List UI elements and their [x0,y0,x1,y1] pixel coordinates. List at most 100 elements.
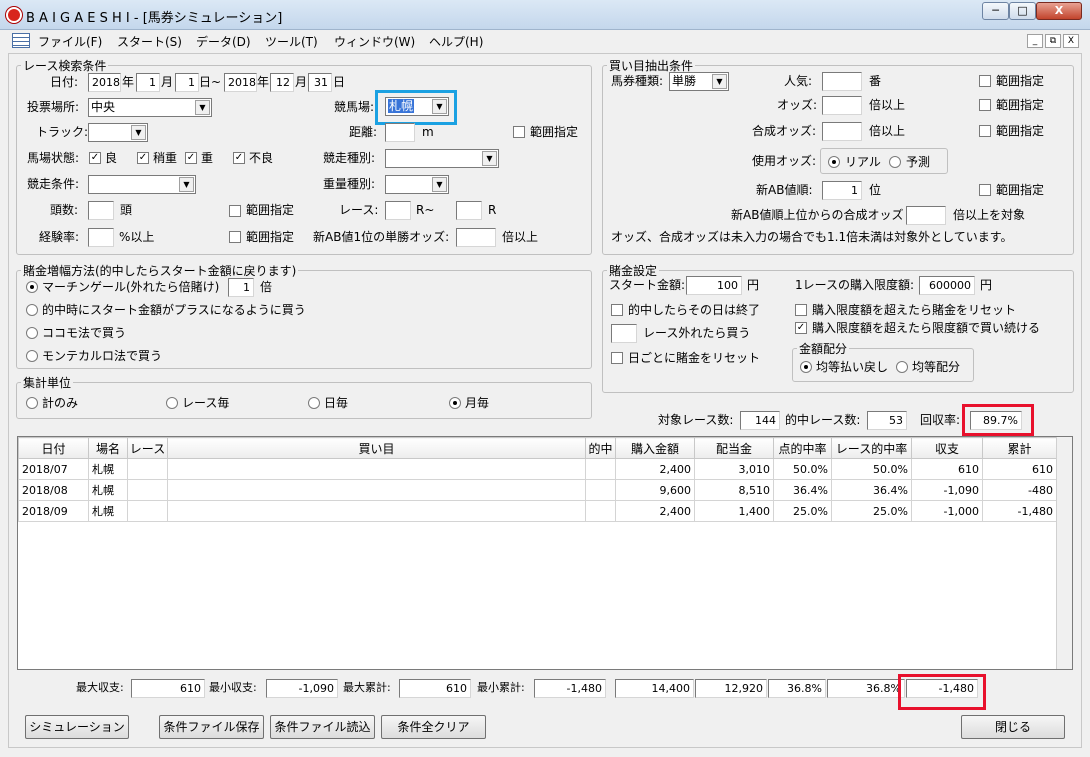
from-day-input[interactable]: 1 [175,73,199,92]
race-type-select[interactable]: ▼ [385,149,499,168]
table-cell [585,458,616,480]
reset-daily-checkbox[interactable] [611,352,623,364]
montecarlo-radio[interactable] [26,350,38,362]
column-header[interactable]: 買い目 [167,437,586,459]
race-cond-select[interactable]: ▼ [88,175,196,194]
close-window-button[interactable]: X [1036,2,1082,20]
menu-file[interactable]: ファイル(F) [38,33,102,50]
ab1-odds-input[interactable] [456,228,496,247]
menu-help[interactable]: ヘルプ(H) [429,33,483,50]
load-conditions-button[interactable]: 条件ファイル読込 [270,715,375,739]
ab-rank-range-checkbox[interactable] [979,184,991,196]
popularity-input[interactable] [822,72,862,91]
table-cell [585,479,616,501]
stop-day-checkbox[interactable] [611,304,623,316]
ticket-select[interactable]: 単勝 ▼ [669,72,729,91]
recovery-highlight [962,404,1034,436]
column-header[interactable]: 日付 [18,437,89,459]
minimize-button[interactable]: ─ [982,2,1009,20]
menu-start[interactable]: スタート(S) [117,33,182,50]
cond-heavy-checkbox[interactable]: ✓ [185,152,197,164]
results-table[interactable]: 日付 場名 レース 買い目 的中 購入金額 配当金 点的中率 レース的中率 収支 累計 2018/0… [17,436,1073,670]
total-payout: 12,920 [695,679,767,698]
alloc-equal-return-radio[interactable] [800,361,812,373]
cocomo-radio[interactable] [26,327,38,339]
from-year-input[interactable]: 2018 [88,73,121,92]
pop-range-checkbox[interactable] [979,75,991,87]
mdi-restore-button[interactable]: ⧉ [1045,34,1061,48]
agg-race-radio[interactable] [166,397,178,409]
menu-tools[interactable]: ツール(T) [265,33,318,50]
table-scrollbar[interactable] [1056,437,1072,669]
column-header[interactable]: レース [127,437,168,459]
cond-good-checkbox[interactable]: ✓ [89,152,101,164]
agg-total-radio[interactable] [26,397,38,409]
cond-bad-checkbox[interactable]: ✓ [233,152,245,164]
heads-input[interactable] [88,201,114,220]
heads-range-checkbox[interactable] [229,205,241,217]
weight-type-select[interactable]: ▼ [385,175,449,194]
martingale-radio[interactable] [26,281,38,293]
ab-top-input[interactable] [906,206,946,225]
ticket-value: 単勝 [672,74,697,88]
odds-range-checkbox[interactable] [979,99,991,111]
race-from-input[interactable] [385,201,411,220]
simulate-button[interactable]: シミュレーション [25,715,129,739]
chevron-down-icon: ▼ [131,125,146,140]
ab-rank-input[interactable]: 1 [822,181,862,200]
venue-select[interactable]: 中央 ▼ [88,98,212,117]
keep-over-checkbox[interactable]: ✓ [795,322,807,334]
table-row[interactable]: 2018/08 札幌 9,600 8,510 36.4% 36.4% -1,090 -480 [18,479,1057,501]
cond-slight-checkbox[interactable]: ✓ [137,152,149,164]
menu-data[interactable]: データ(D) [196,33,251,50]
column-header[interactable]: 的中 [585,437,616,459]
chevron-down-icon: ▼ [712,74,727,89]
column-header[interactable]: 配当金 [694,437,774,459]
mdi-close-button[interactable]: X [1063,34,1079,48]
column-header[interactable]: 点的中率 [773,437,832,459]
from-month-input[interactable]: 1 [136,73,160,92]
close-button[interactable]: 閉じる [961,715,1065,739]
heads-unit: 頭 [120,203,133,217]
exp-range-checkbox[interactable] [229,231,241,243]
exp-input[interactable] [88,228,114,247]
column-header[interactable]: 購入金額 [615,437,695,459]
to-month-input[interactable]: 12 [270,73,294,92]
clear-conditions-button[interactable]: 条件全クリア [381,715,486,739]
column-header[interactable]: 累計 [982,437,1057,459]
alloc-equal-radio[interactable] [896,361,908,373]
agg-month-radio[interactable] [449,397,461,409]
plus-on-hit-radio[interactable] [26,304,38,316]
target-races-value: 144 [740,411,780,430]
distance-range-checkbox[interactable] [513,126,525,138]
comb-range-checkbox[interactable] [979,125,991,137]
mdi-minimize-button[interactable]: _ [1027,34,1043,48]
to-year-input[interactable]: 2018 [224,73,257,92]
aggregate-legend: 集計単位 [23,376,72,390]
popularity-label: 人気: [784,74,813,88]
odds-input[interactable] [822,96,862,115]
to-day-input[interactable]: 31 [308,73,332,92]
table-row[interactable]: 2018/09 札幌 2,400 1,400 25.0% 25.0% -1,000 -1,48… [18,500,1057,522]
distance-input[interactable] [385,123,415,142]
use-odds-forecast-radio[interactable] [889,156,901,168]
comb-odds-input[interactable] [822,122,862,141]
martingale-input[interactable]: 1 [228,278,254,297]
column-header[interactable]: レース的中率 [831,437,912,459]
agg-day-radio[interactable] [308,397,320,409]
column-header[interactable]: 場名 [88,437,128,459]
reset-over-checkbox[interactable] [795,304,807,316]
table-cell [127,500,168,522]
table-row[interactable]: 2018/07 札幌 2,400 3,010 50.0% 50.0% 610 610 [18,458,1057,480]
limit-input[interactable]: 600000 [919,276,975,295]
table-cell: 札幌 [88,500,128,522]
maximize-button[interactable]: □ [1009,2,1036,20]
start-amount-input[interactable]: 100 [686,276,742,295]
menu-window[interactable]: ウィンドウ(W) [334,33,415,50]
column-header[interactable]: 収支 [911,437,983,459]
use-odds-real-radio[interactable] [828,156,840,168]
miss-count-input[interactable] [611,324,637,343]
race-to-input[interactable] [456,201,482,220]
save-conditions-button[interactable]: 条件ファイル保存 [159,715,264,739]
track-select[interactable]: ▼ [88,123,148,142]
